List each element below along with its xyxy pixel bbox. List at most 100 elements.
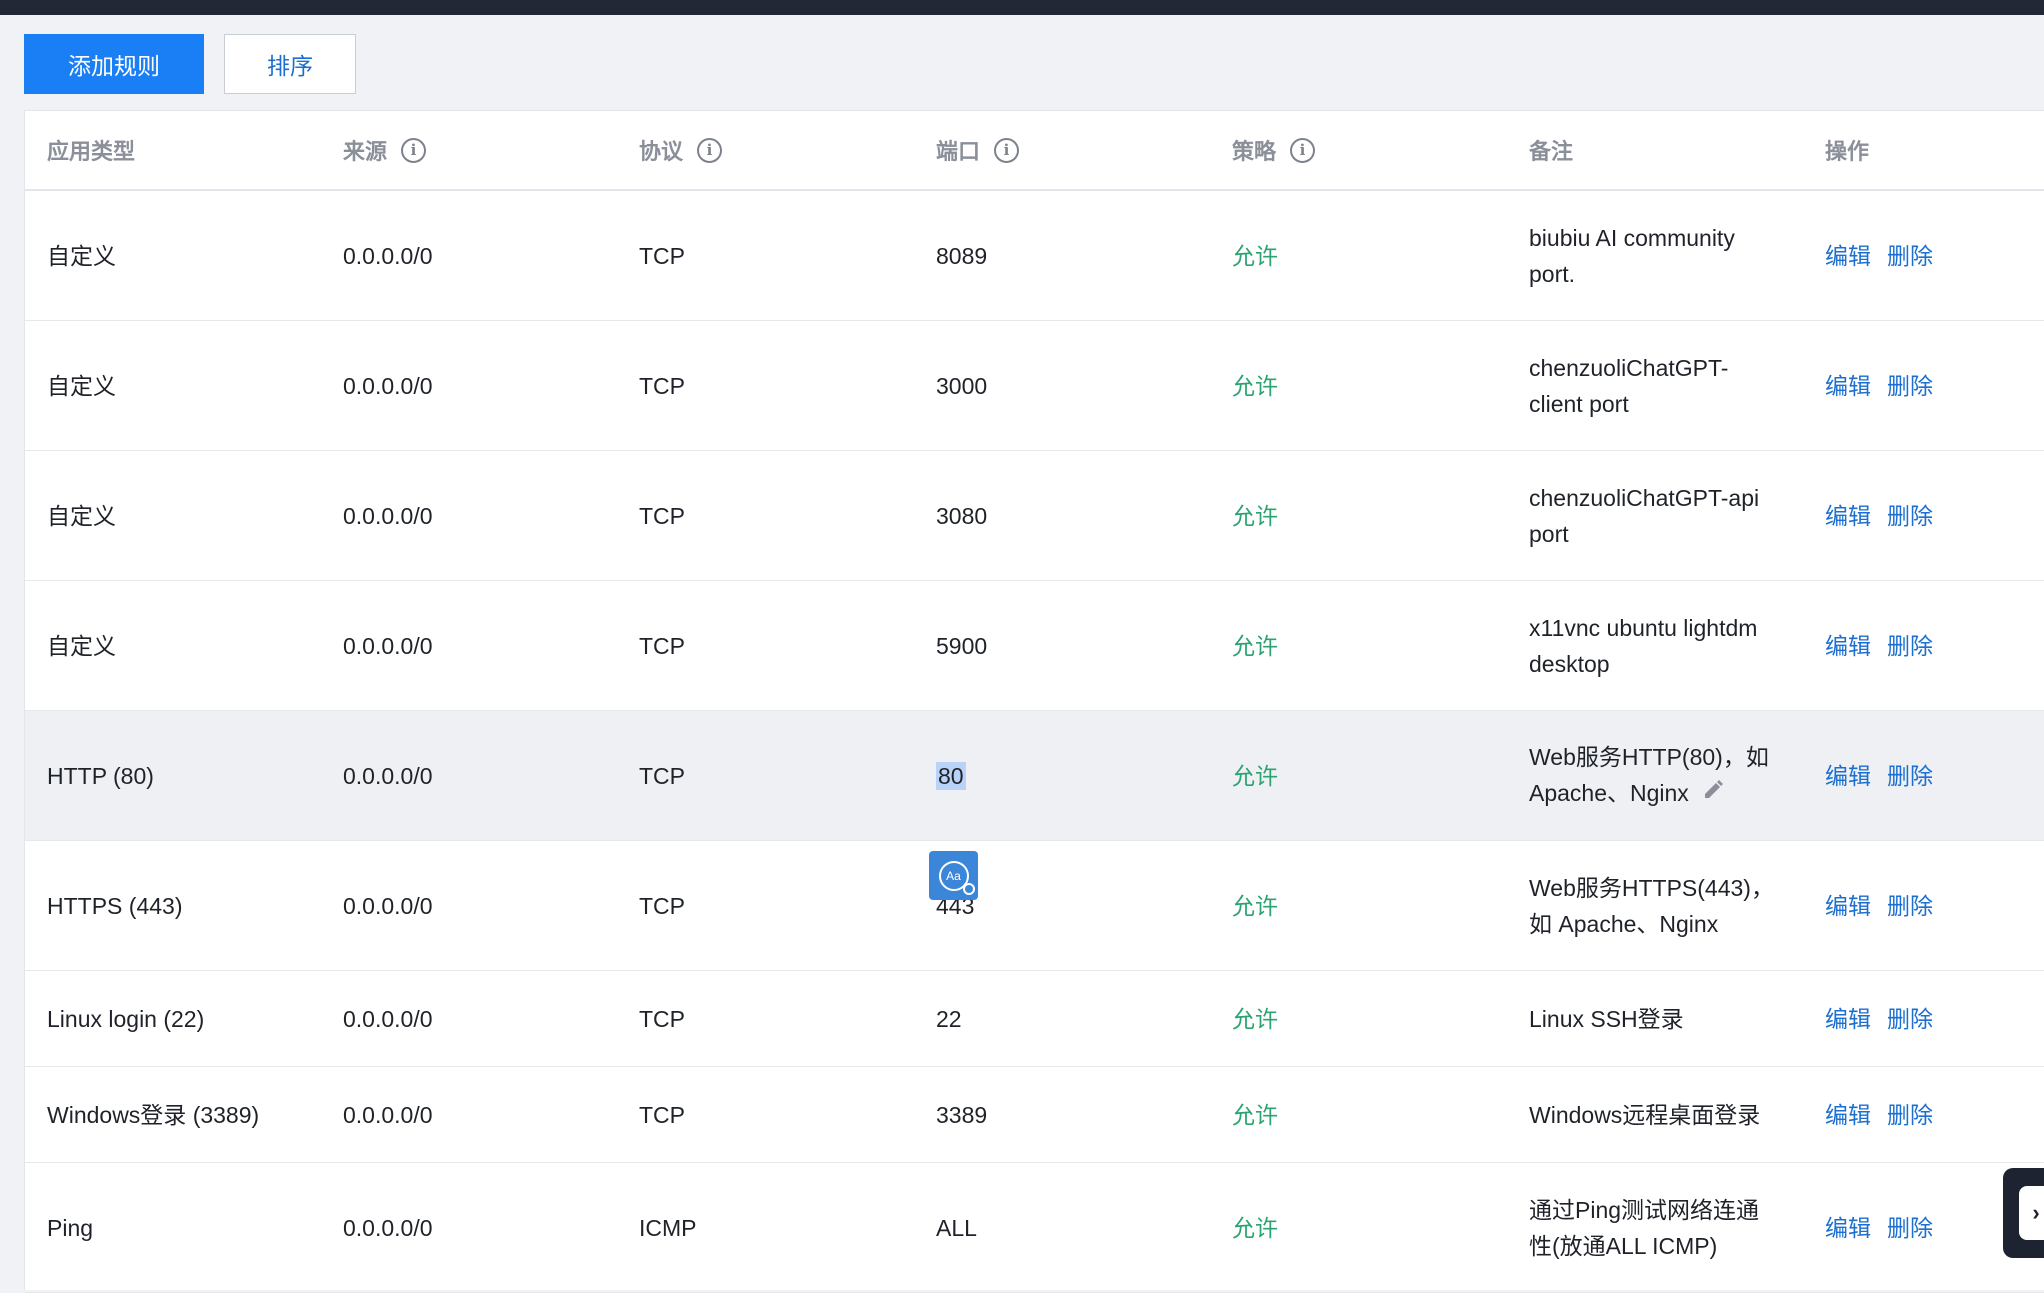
- table-row: 自定义 0.0.0.0/0 TCP 8089 允许 biubiu AI comm…: [25, 190, 2044, 321]
- cell-actions: 编辑 删除: [1803, 190, 2044, 321]
- selected-port-text: 80: [936, 761, 966, 790]
- header-policy: 策略 i: [1210, 110, 1507, 191]
- info-icon[interactable]: i: [401, 137, 427, 163]
- cell-port: ALL: [914, 1162, 1210, 1293]
- cell-actions: 编辑 删除: [1803, 710, 2044, 841]
- info-icon[interactable]: i: [697, 137, 723, 163]
- cell-source: 0.0.0.0/0: [321, 580, 617, 711]
- note-text: Web服务HTTP(80)，如 Apache、Nginx: [1529, 743, 1769, 806]
- cell-actions: 编辑 删除: [1803, 970, 2044, 1067]
- cell-policy: 允许: [1210, 1066, 1507, 1163]
- cell-port: 5900: [914, 580, 1210, 711]
- cell-source: 0.0.0.0/0: [321, 320, 617, 451]
- cell-note: x11vnc ubuntu lightdm desktop: [1507, 580, 1803, 711]
- cell-app-type: 自定义: [25, 450, 321, 581]
- cell-note: Web服务HTTPS(443)，如 Apache、Nginx: [1507, 840, 1803, 971]
- edit-button[interactable]: 编辑: [1825, 888, 1871, 924]
- edit-button[interactable]: 编辑: [1825, 1210, 1871, 1246]
- cell-actions: 编辑 删除: [1803, 320, 2044, 451]
- cell-source: 0.0.0.0/0: [321, 1066, 617, 1163]
- delete-button[interactable]: 删除: [1887, 1210, 1933, 1246]
- cell-source: 0.0.0.0/0: [321, 190, 617, 321]
- info-icon[interactable]: i: [1290, 137, 1316, 163]
- cell-source: 0.0.0.0/0: [321, 970, 617, 1067]
- table-header: 应用类型 来源 i 协议 i 端口 i 策略 i 备注 操作: [25, 110, 2044, 191]
- cell-policy: 允许: [1210, 580, 1507, 711]
- table-row: 自定义 0.0.0.0/0 TCP 3000 允许 chenzuoliChatG…: [25, 320, 2044, 451]
- cell-actions: 编辑 删除: [1803, 840, 2044, 971]
- cell-source: 0.0.0.0/0: [321, 840, 617, 971]
- chevron-right-icon: ›: [2019, 1186, 2044, 1240]
- rules-table: 应用类型 来源 i 协议 i 端口 i 策略 i 备注 操作 自定义 0.0.0.0/0…: [25, 110, 2044, 1293]
- header-note: 备注: [1507, 110, 1803, 191]
- cell-app-type: 自定义: [25, 320, 321, 451]
- cell-note: biubiu AI community port.: [1507, 190, 1803, 321]
- cell-port: 3389: [914, 1066, 1210, 1163]
- header-source: 来源 i: [321, 110, 617, 191]
- cell-source: 0.0.0.0/0: [321, 1162, 617, 1293]
- info-icon[interactable]: i: [994, 137, 1020, 163]
- cell-policy: 允许: [1210, 450, 1507, 581]
- delete-button[interactable]: 删除: [1887, 628, 1933, 664]
- table-row: Windows登录 (3389) 0.0.0.0/0 TCP 3389 允许 W…: [25, 1066, 2044, 1163]
- cell-protocol: TCP: [617, 320, 914, 451]
- edit-button[interactable]: 编辑: [1825, 368, 1871, 404]
- cell-note: Linux SSH登录: [1507, 970, 1803, 1067]
- table-row: HTTP (80) 0.0.0.0/0 TCP 80 允许 Web服务HTTP(…: [25, 710, 2044, 841]
- table-row: HTTPS (443) 0.0.0.0/0 TCP 443 允许 Web服务HT…: [25, 840, 2044, 971]
- cell-protocol: TCP: [617, 840, 914, 971]
- toolbar: 添加规则 排序: [24, 34, 356, 94]
- cell-policy: 允许: [1210, 970, 1507, 1067]
- table-row: Ping 0.0.0.0/0 ICMP ALL 允许 通过Ping测试网络连通性…: [25, 1162, 2044, 1293]
- cell-actions: 编辑 删除: [1803, 580, 2044, 711]
- delete-button[interactable]: 删除: [1887, 1097, 1933, 1133]
- edit-button[interactable]: 编辑: [1825, 238, 1871, 274]
- add-rule-button[interactable]: 添加规则: [24, 34, 204, 94]
- cell-policy: 允许: [1210, 840, 1507, 971]
- edit-button[interactable]: 编辑: [1825, 498, 1871, 534]
- cell-port: 22: [914, 970, 1210, 1067]
- edit-button[interactable]: 编辑: [1825, 1001, 1871, 1037]
- cell-policy: 允许: [1210, 1162, 1507, 1293]
- cell-policy: 允许: [1210, 320, 1507, 451]
- delete-button[interactable]: 删除: [1887, 238, 1933, 274]
- delete-button[interactable]: 删除: [1887, 1001, 1933, 1037]
- cell-note: Windows远程桌面登录: [1507, 1066, 1803, 1163]
- cell-protocol: TCP: [617, 580, 914, 711]
- translate-tool-icon[interactable]: Aa: [929, 851, 978, 900]
- edit-button[interactable]: 编辑: [1825, 758, 1871, 794]
- cell-note: chenzuoliChatGPT-client port: [1507, 320, 1803, 451]
- cell-protocol: TCP: [617, 190, 914, 321]
- cell-app-type: Linux login (22): [25, 970, 321, 1067]
- cell-policy: 允许: [1210, 710, 1507, 841]
- cell-actions: 编辑 删除: [1803, 1066, 2044, 1163]
- table-row: 自定义 0.0.0.0/0 TCP 5900 允许 x11vnc ubuntu …: [25, 580, 2044, 711]
- delete-button[interactable]: 删除: [1887, 368, 1933, 404]
- cell-port: 8089: [914, 190, 1210, 321]
- cell-note: Web服务HTTP(80)，如 Apache、Nginx: [1507, 710, 1803, 841]
- cell-protocol: TCP: [617, 710, 914, 841]
- pencil-icon[interactable]: [1701, 776, 1725, 812]
- cell-note: chenzuoliChatGPT-api port: [1507, 450, 1803, 581]
- side-panel-toggle[interactable]: ›: [2003, 1168, 2044, 1258]
- cell-source: 0.0.0.0/0: [321, 710, 617, 841]
- cell-port: 3000: [914, 320, 1210, 451]
- cell-app-type: HTTP (80): [25, 710, 321, 841]
- cell-app-type: HTTPS (443): [25, 840, 321, 971]
- top-bar: [0, 0, 2044, 15]
- edit-button[interactable]: 编辑: [1825, 628, 1871, 664]
- sort-button[interactable]: 排序: [224, 34, 356, 94]
- table-row: Linux login (22) 0.0.0.0/0 TCP 22 允许 Lin…: [25, 970, 2044, 1067]
- delete-button[interactable]: 删除: [1887, 758, 1933, 794]
- delete-button[interactable]: 删除: [1887, 888, 1933, 924]
- cell-note: 通过Ping测试网络连通性(放通ALL ICMP): [1507, 1162, 1803, 1293]
- cell-source: 0.0.0.0/0: [321, 450, 617, 581]
- delete-button[interactable]: 删除: [1887, 498, 1933, 534]
- table-row: 自定义 0.0.0.0/0 TCP 3080 允许 chenzuoliChatG…: [25, 450, 2044, 581]
- cell-protocol: TCP: [617, 450, 914, 581]
- edit-button[interactable]: 编辑: [1825, 1097, 1871, 1133]
- cell-protocol: TCP: [617, 970, 914, 1067]
- cell-app-type: Ping: [25, 1162, 321, 1293]
- cell-protocol: TCP: [617, 1066, 914, 1163]
- cell-policy: 允许: [1210, 190, 1507, 321]
